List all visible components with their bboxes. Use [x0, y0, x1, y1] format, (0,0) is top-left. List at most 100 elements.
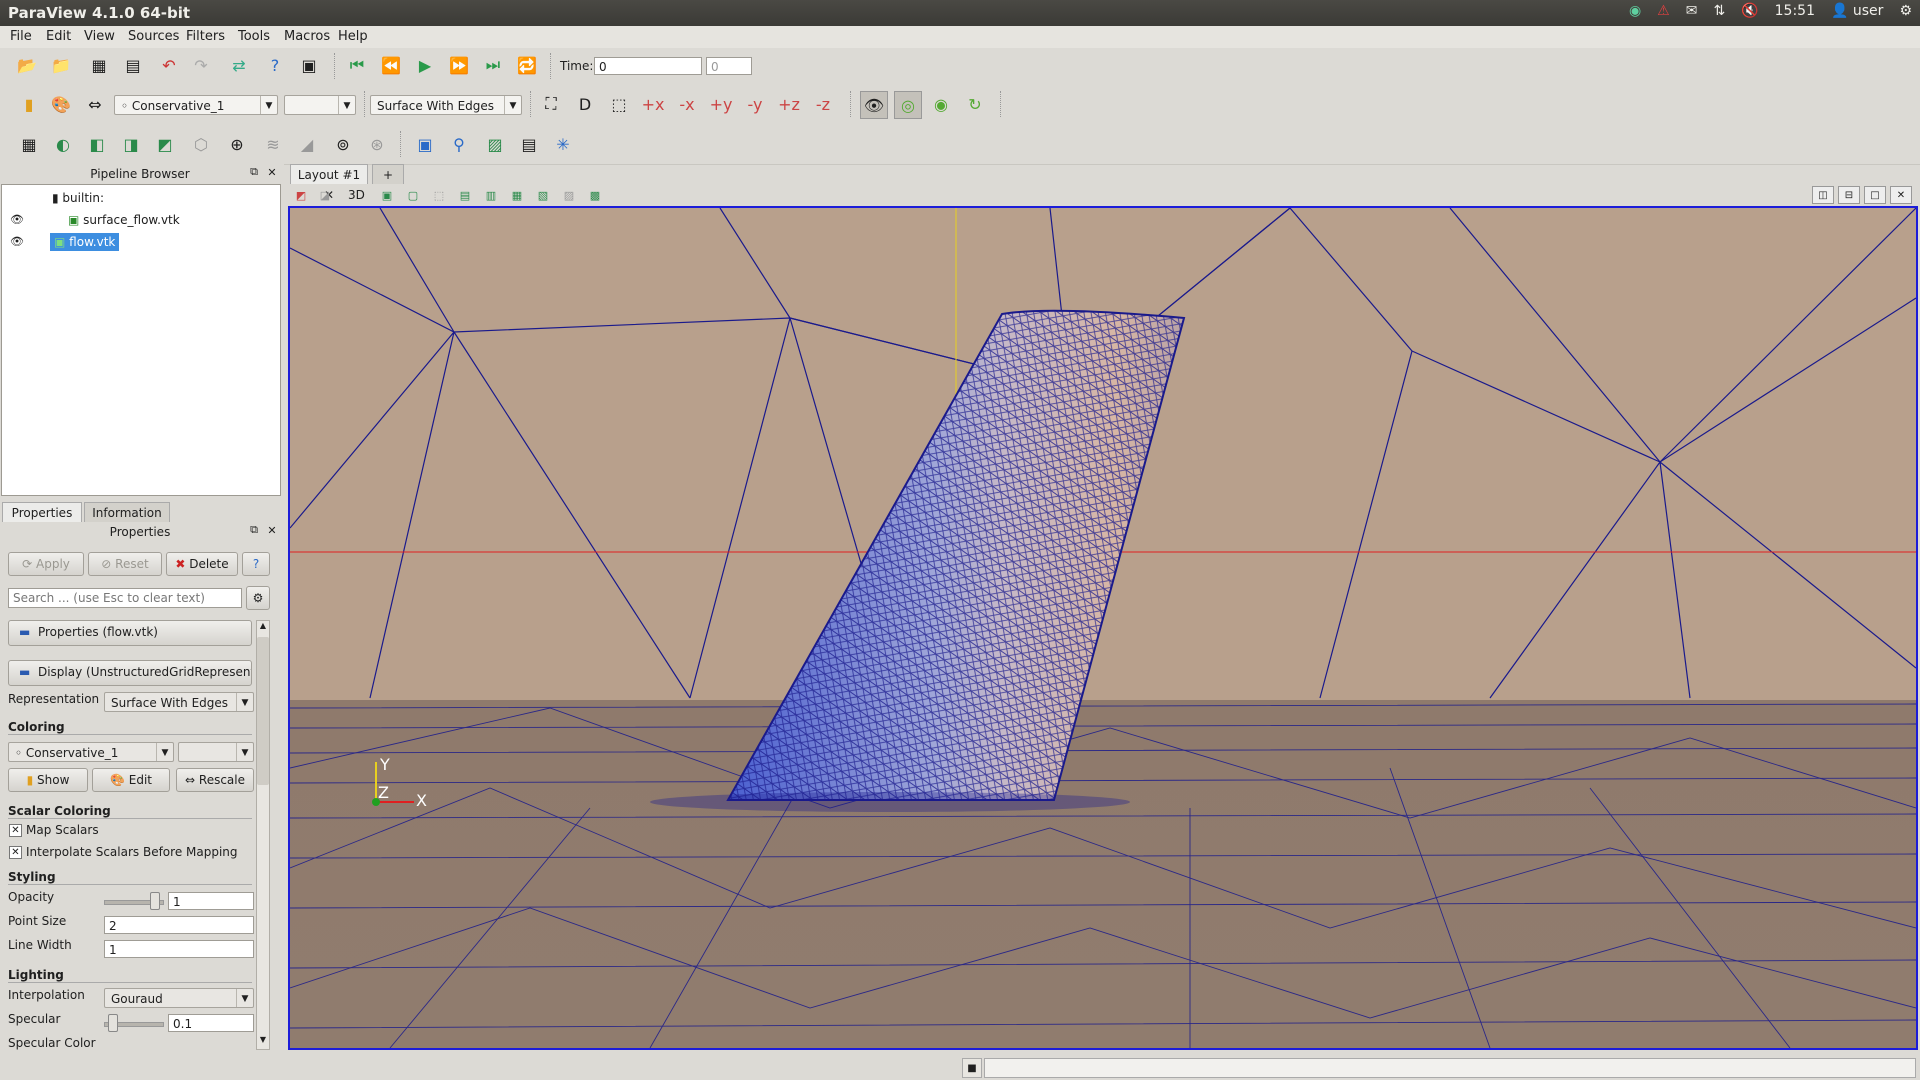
show-color-legend-button[interactable]: ▮ Show	[8, 768, 88, 792]
scrollbar-thumb[interactable]	[257, 637, 269, 785]
properties-scrollbar[interactable]: ▲ ▼	[256, 620, 270, 1050]
reset-button[interactable]: ⊘ Reset	[88, 552, 162, 576]
close-icon[interactable]: ✕	[264, 164, 280, 180]
eye-icon[interactable]: 👁	[10, 213, 24, 226]
menu-sources[interactable]: Sources	[128, 29, 179, 44]
select-points-icon[interactable]: ▢	[404, 186, 422, 204]
select-cells-icon[interactable]: ▣	[378, 186, 396, 204]
coloring-component-dropdown[interactable]: ▼	[178, 742, 254, 762]
warp-icon[interactable]: ◢	[296, 133, 318, 155]
tab-properties[interactable]: Properties	[2, 502, 82, 522]
pick-center-icon[interactable]: ◉	[930, 93, 952, 115]
properties-section-toggle[interactable]: ▬ Properties (flow.vtk)	[8, 620, 252, 646]
volume-icon[interactable]: 🔇	[1741, 3, 1758, 19]
display-section-toggle[interactable]: ▬ Display (UnstructuredGridRepresenta	[8, 660, 252, 686]
render-canvas[interactable]: Y Z X	[290, 208, 1916, 1048]
transfer-icon[interactable]: ⇅	[1713, 3, 1725, 19]
menu-filters[interactable]: Filters	[186, 29, 225, 44]
clock[interactable]: 15:51	[1775, 3, 1815, 19]
stop-icon[interactable]: ■	[962, 1058, 982, 1078]
next-frame-icon[interactable]: ⏩	[448, 54, 470, 76]
close-view-icon[interactable]: ✕	[1890, 186, 1912, 204]
spreadsheet-icon[interactable]: ▩	[586, 186, 604, 204]
open-icon[interactable]: 📂	[16, 54, 38, 76]
map-scalars-checkbox[interactable]: ✕	[9, 824, 22, 837]
gear-icon[interactable]: ⚙	[1899, 3, 1912, 19]
select-frustum-icon[interactable]: ⬚	[430, 186, 448, 204]
split-vertical-icon[interactable]: ⊟	[1838, 186, 1860, 204]
open-recent-icon[interactable]: 📁	[50, 54, 72, 76]
selection-icon[interactable]: ▣	[414, 133, 436, 155]
opacity-input[interactable]: 1	[168, 892, 254, 910]
clip-icon[interactable]: ◧	[86, 133, 108, 155]
view-minus-y-icon[interactable]: -y	[744, 93, 766, 115]
menu-edit[interactable]: Edit	[46, 29, 71, 44]
menu-tools[interactable]: Tools	[238, 29, 270, 44]
render-view[interactable]: Y Z X	[288, 206, 1918, 1050]
shrink-selection-icon[interactable]: ▧	[534, 186, 552, 204]
float-icon[interactable]: ⧉	[246, 522, 262, 538]
representation-select[interactable]: Surface With Edges ▼	[370, 95, 522, 115]
view-minus-x-icon[interactable]: -x	[676, 93, 698, 115]
apply-button[interactable]: ⟳ Apply	[8, 552, 84, 576]
scroll-up-icon[interactable]: ▲	[257, 621, 269, 635]
load-state-icon[interactable]: ▦	[88, 54, 110, 76]
specular-slider-handle[interactable]	[108, 1014, 118, 1032]
glyph-icon[interactable]: ⊕	[226, 133, 248, 155]
new-layout-tab[interactable]: +	[372, 164, 404, 184]
maximize-icon[interactable]: □	[1864, 186, 1886, 204]
3d-toggle[interactable]: 3D	[348, 188, 365, 202]
eye-icon[interactable]: 👁	[10, 235, 24, 248]
pipeline-root[interactable]: ▮ builtin:	[52, 191, 104, 205]
extract-subset-icon[interactable]: ⬡	[190, 133, 212, 155]
first-frame-icon[interactable]: ⏮	[346, 54, 368, 76]
stream-tracer-icon[interactable]: ≋	[262, 133, 284, 155]
component-select[interactable]: ▼	[284, 95, 356, 115]
pipeline-tree[interactable]: ▮ builtin: 👁 ▣ surface_flow.vtk 👁 ▣ flow…	[1, 184, 281, 496]
view-minus-z-icon[interactable]: -z	[812, 93, 834, 115]
capture-screenshot-icon[interactable]: ◩	[292, 186, 310, 204]
undo-icon[interactable]: ↶	[158, 54, 180, 76]
delete-button[interactable]: ✖ Delete	[166, 552, 238, 576]
rotate-center-icon[interactable]: ↻	[964, 93, 986, 115]
contour-icon[interactable]: ◐	[52, 133, 74, 155]
search-input[interactable]: Search ... (use Esc to clear text)	[8, 588, 242, 608]
menu-macros[interactable]: Macros	[284, 29, 330, 44]
plot-icon[interactable]: ⚲	[448, 133, 470, 155]
tab-layout-1[interactable]: Layout #1 ✕	[290, 164, 368, 202]
menu-help[interactable]: Help	[338, 29, 368, 44]
clear-selection-icon[interactable]: ▨	[560, 186, 578, 204]
interpolate-scalars-checkbox[interactable]: ✕	[9, 846, 22, 859]
user-menu[interactable]: 👤 user	[1831, 3, 1883, 19]
time-step-spinbox[interactable]: 0	[706, 57, 752, 75]
menu-file[interactable]: File	[10, 29, 32, 44]
float-icon[interactable]: ⧉	[246, 164, 262, 180]
pipeline-item-surface-flow[interactable]: ▣ surface_flow.vtk	[68, 213, 180, 227]
interpolation-dropdown[interactable]: Gouraud ▼	[104, 988, 254, 1008]
zoom-to-data-icon[interactable]: D	[574, 93, 596, 115]
point-size-input[interactable]: 2	[104, 916, 254, 934]
coloring-array-dropdown[interactable]: ◦ Conservative_1 ▼	[8, 742, 174, 762]
loop-icon[interactable]: 🔁	[516, 54, 538, 76]
zoom-box-icon[interactable]: ⬚	[608, 93, 630, 115]
play-icon[interactable]: ▶	[414, 54, 436, 76]
view-plus-z-icon[interactable]: +z	[778, 93, 800, 115]
view-plus-x-icon[interactable]: +x	[642, 93, 665, 115]
advanced-settings-button[interactable]: ⚙	[246, 586, 270, 610]
select-block-icon[interactable]: ▤	[456, 186, 474, 204]
pipeline-item-flow[interactable]: ▣ flow.vtk	[50, 233, 120, 251]
specular-input[interactable]: 0.1	[168, 1014, 254, 1032]
pick-center-icon[interactable]: ▣	[298, 54, 320, 76]
close-icon[interactable]: ✕	[264, 522, 280, 538]
color-legend-icon[interactable]: 🎨	[50, 93, 72, 115]
view-plus-y-icon[interactable]: +y	[710, 93, 733, 115]
interactive-select-icon[interactable]: ▥	[482, 186, 500, 204]
split-horizontal-icon[interactable]: ◫	[1812, 186, 1834, 204]
warning-icon[interactable]: ⚠	[1657, 3, 1670, 19]
opacity-slider-handle[interactable]	[150, 892, 160, 910]
histogram-icon[interactable]: ▨	[484, 133, 506, 155]
help-icon[interactable]: ?	[264, 54, 286, 76]
center-axes-visibility-icon[interactable]: 👁	[860, 91, 888, 119]
mail-icon[interactable]: ✉	[1686, 3, 1698, 19]
menu-view[interactable]: View	[84, 29, 115, 44]
